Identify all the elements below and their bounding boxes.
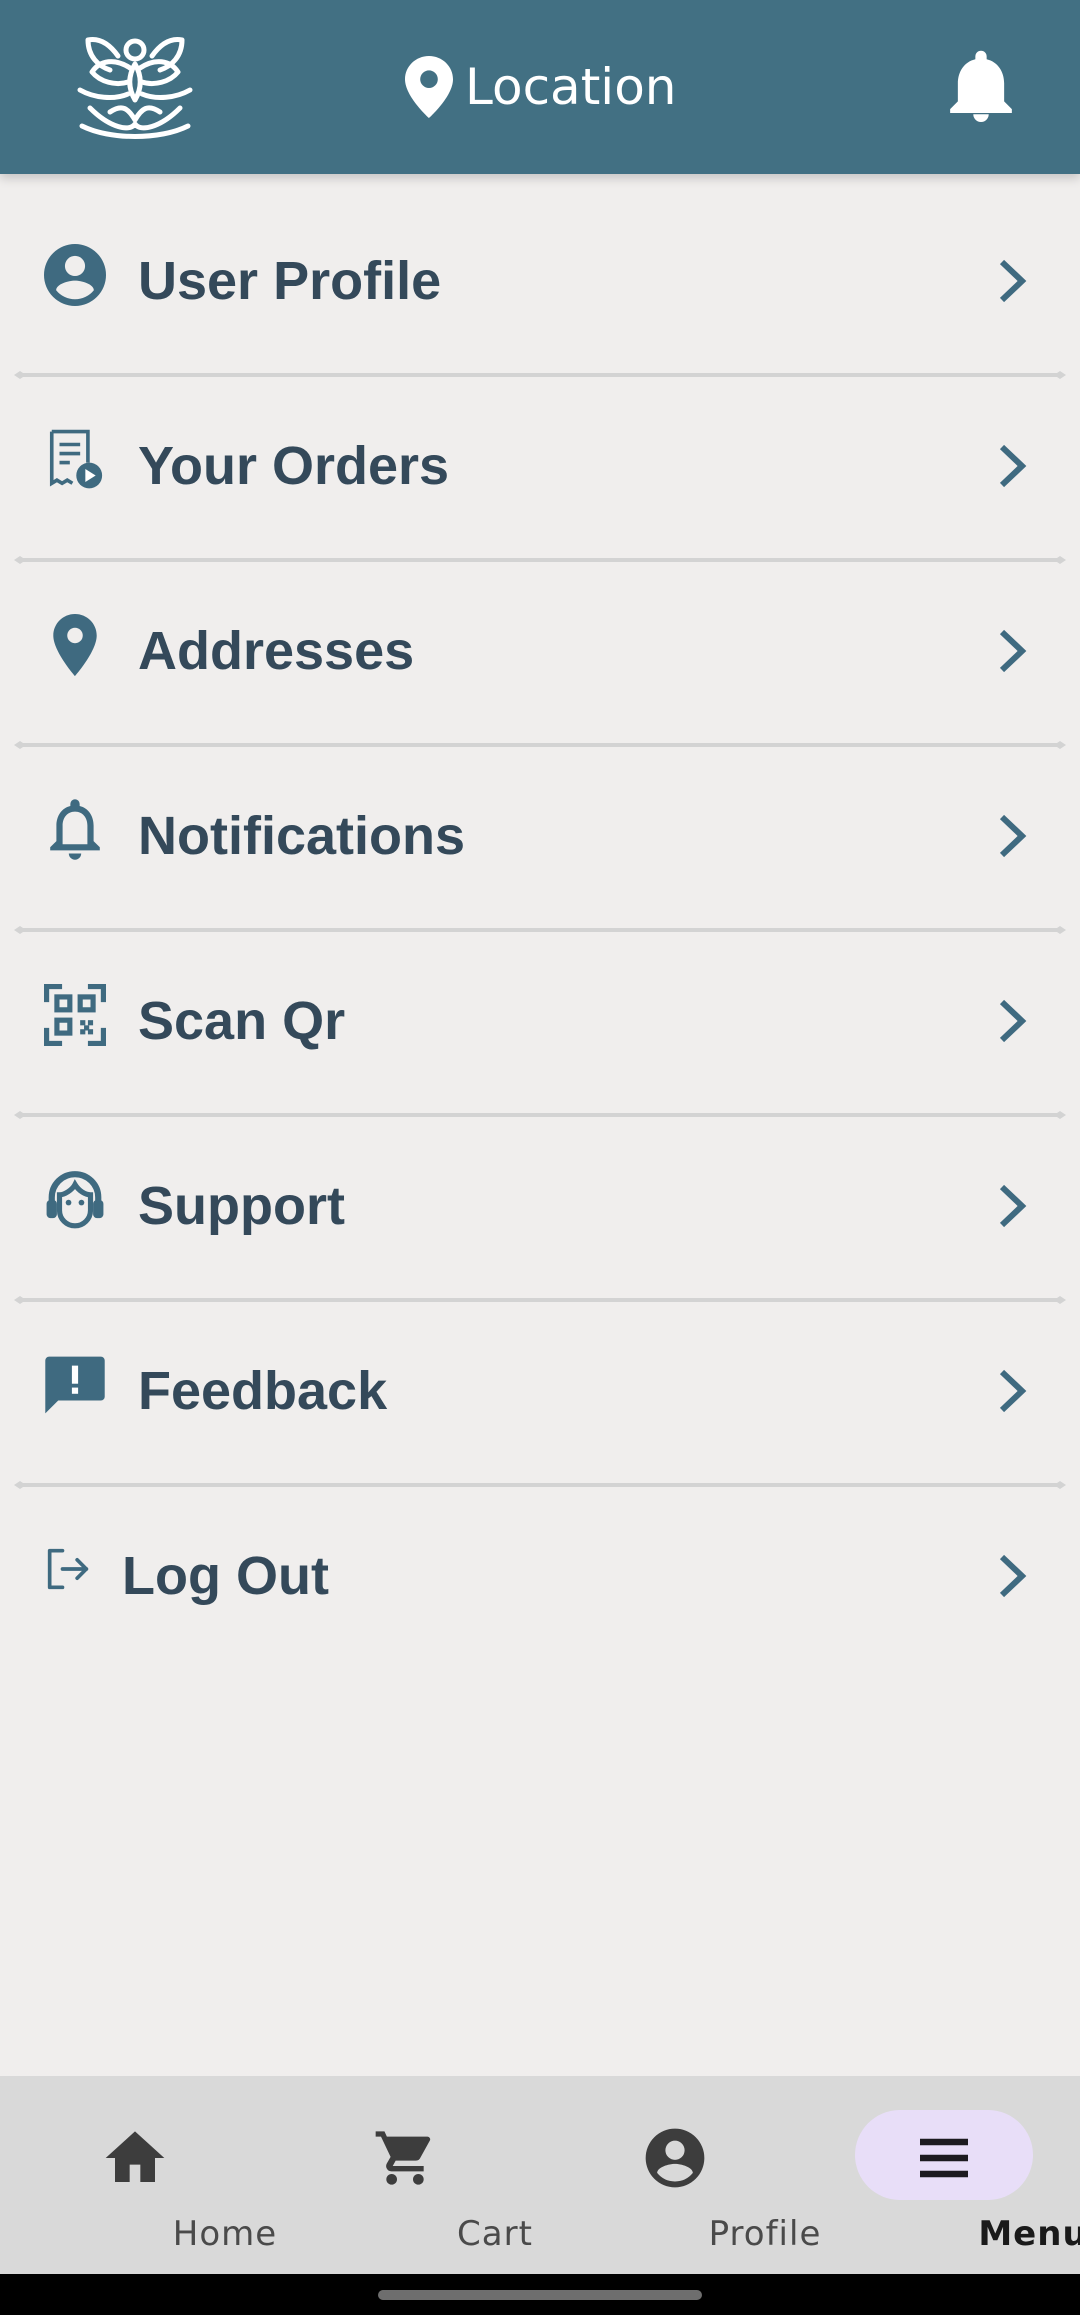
feedback-icon <box>45 1356 105 1414</box>
menu-item-feedback[interactable]: Feedback <box>0 1284 1080 1489</box>
menu-item-notifications[interactable]: Notifications <box>0 729 1080 934</box>
account-circle-icon <box>645 2128 705 2188</box>
menu-item-label: Notifications <box>138 806 466 866</box>
nav-menu[interactable]: Menu <box>855 2076 1080 2274</box>
chevron-right-icon <box>999 629 1027 673</box>
chevron-right-icon <box>999 1369 1027 1413</box>
chevron-right-icon <box>999 814 1027 858</box>
home-icon <box>105 2131 165 2182</box>
menu-item-label: Feedback <box>138 1361 388 1421</box>
user-circle-icon <box>44 244 106 306</box>
menu-item-label: Your Orders <box>138 436 450 496</box>
menu-item-user-profile[interactable]: User Profile <box>0 174 1080 379</box>
chevron-right-icon <box>999 999 1027 1043</box>
lotus-logo[interactable] <box>70 28 200 143</box>
bell-icon <box>50 799 100 860</box>
menu-icon <box>920 2138 968 2178</box>
menu-item-label: User Profile <box>138 251 442 311</box>
menu-item-your-orders[interactable]: Your Orders <box>0 359 1080 564</box>
bell-icon[interactable] <box>950 50 1012 122</box>
location-pin-icon <box>405 56 453 118</box>
headset-icon <box>46 1171 104 1229</box>
system-navigation-bar <box>0 2274 1080 2315</box>
location-label: Location <box>465 58 677 116</box>
nav-home[interactable]: Home <box>45 2076 276 2274</box>
app-header: Location <box>0 0 1080 174</box>
chevron-right-icon <box>999 1184 1027 1228</box>
chevron-right-icon <box>999 444 1027 488</box>
menu-item-support[interactable]: Support <box>0 1099 1080 1304</box>
nav-cart[interactable]: Cart <box>315 2076 532 2274</box>
menu-item-label: Log Out <box>122 1546 329 1606</box>
location-selector[interactable]: Location <box>405 52 676 122</box>
nav-label: Profile <box>708 2214 822 2254</box>
menu-item-log-out[interactable]: Log Out <box>0 1469 1080 1654</box>
home-gesture-handle[interactable] <box>378 2290 702 2300</box>
menu-item-label: Addresses <box>138 621 415 681</box>
menu-item-label: Scan Qr <box>138 991 346 1051</box>
chevron-right-icon <box>999 259 1027 303</box>
nav-label: Cart <box>457 2214 533 2254</box>
bottom-navigation: Home Cart Profile Menu <box>0 2076 1080 2274</box>
menu-item-scan-qr[interactable]: Scan Qr <box>0 914 1080 1119</box>
nav-label: Menu <box>978 2214 1080 2254</box>
location-pin-icon <box>53 614 97 676</box>
cart-icon <box>375 2131 431 2185</box>
qr-scan-icon <box>44 984 106 1046</box>
menu-item-label: Support <box>138 1176 345 1236</box>
settings-menu: User Profile Your Orders Addresses Notif… <box>0 174 1080 1654</box>
chevron-right-icon <box>999 1554 1027 1598</box>
orders-receipt-icon <box>49 429 103 489</box>
menu-item-addresses[interactable]: Addresses <box>0 544 1080 749</box>
logout-icon <box>47 1548 89 1590</box>
nav-profile[interactable]: Profile <box>585 2076 820 2274</box>
nav-label: Home <box>172 2214 278 2254</box>
